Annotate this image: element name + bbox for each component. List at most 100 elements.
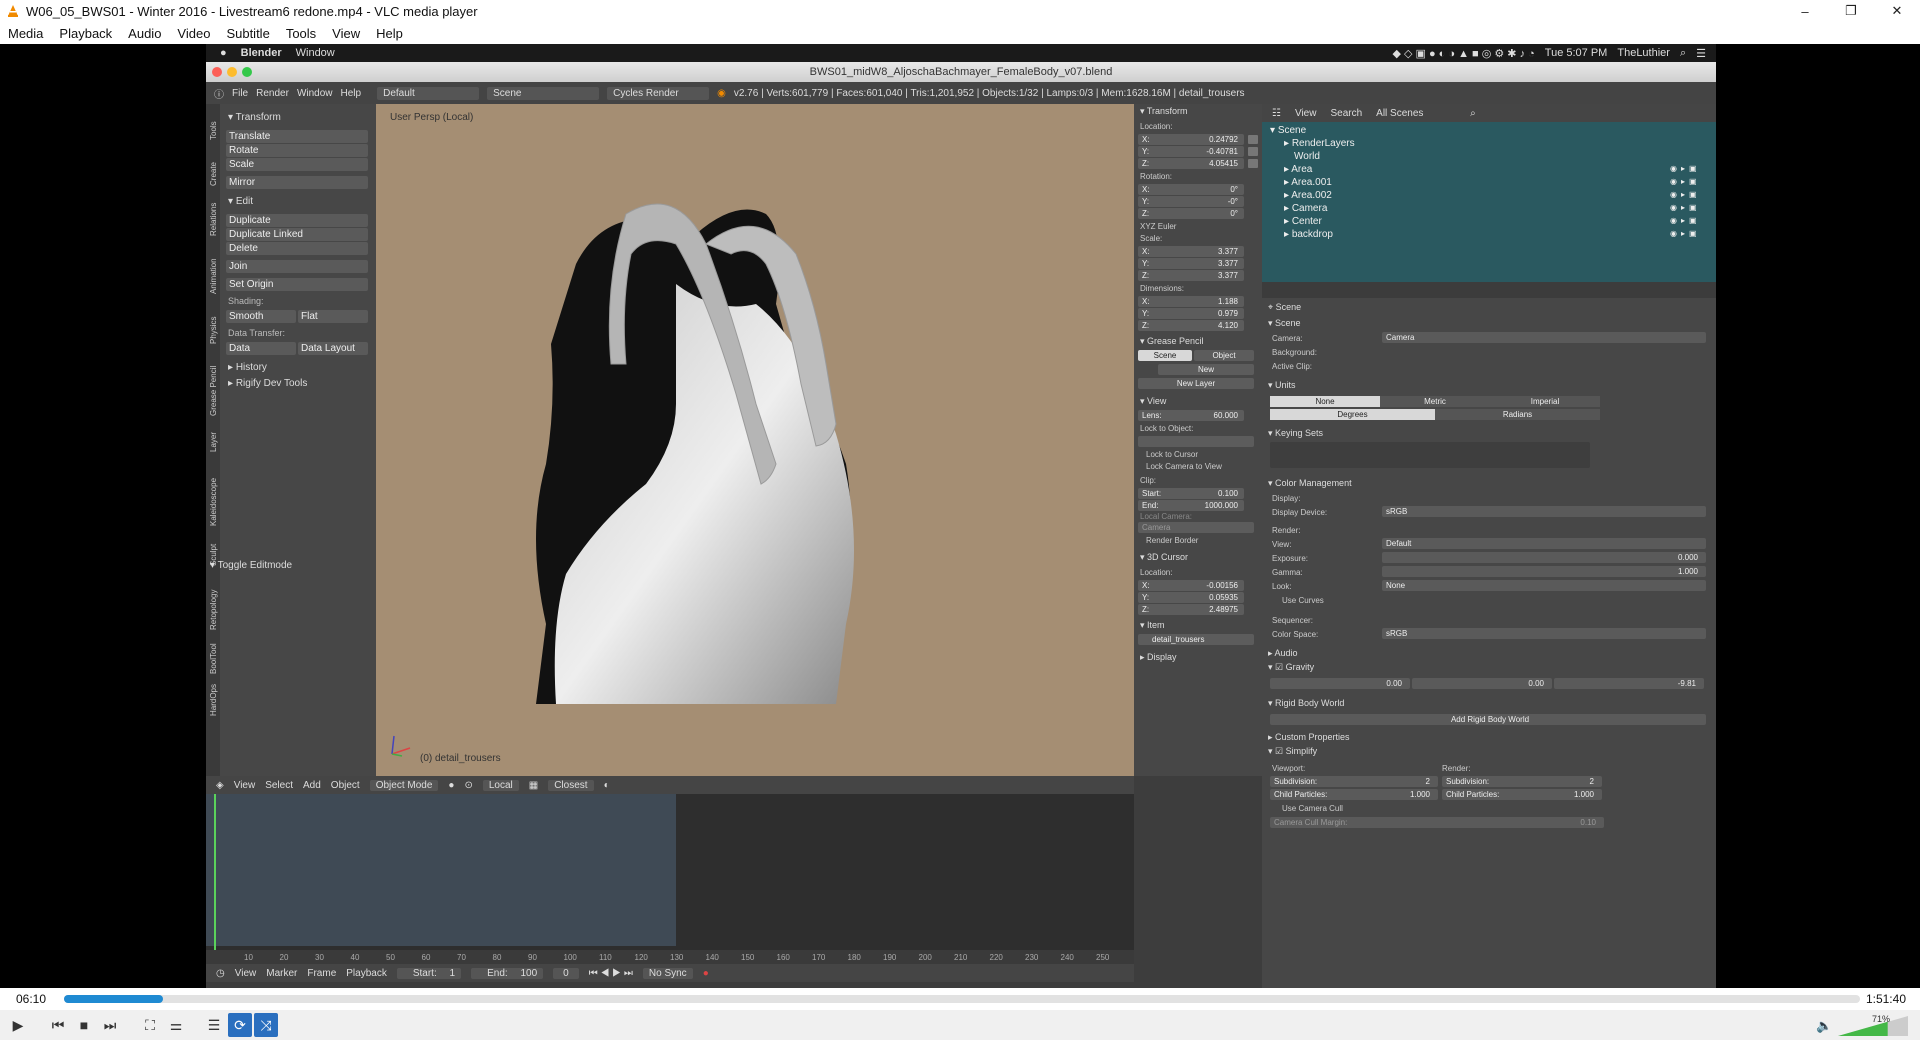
menu-help[interactable]: Help [368, 26, 411, 41]
gp-object-toggle: Object [1194, 350, 1254, 361]
outliner-item-area-002: ▸ Area.002 [1284, 190, 1332, 201]
np-location-label: Location: [1140, 122, 1173, 131]
outliner-item-area-001: ▸ Area.001 [1284, 177, 1332, 188]
item-name-field: detail_trousers [1138, 634, 1254, 645]
viewport-subdivision-field: Subdivision: 2 [1270, 776, 1438, 787]
menu-view[interactable]: View [324, 26, 368, 41]
look-label: Look: [1272, 582, 1292, 591]
data-transfer-label: Data Transfer: [228, 328, 286, 338]
tool-tab-labels: Tools Create Relations Animation Physics… [209, 121, 218, 716]
speaker-icon: 🔈 [1816, 1018, 1833, 1033]
stop-button[interactable]: ■ [72, 1013, 96, 1037]
blender-logo-icon: ◉ [717, 87, 726, 99]
status-icons: ◆ ◇ ▣ ● ◐ ◑ ▲ ■ ◎ ⚙ ✱ ♪ ◔ [1392, 47, 1535, 60]
fullscreen-button[interactable]: ⛶ [138, 1013, 162, 1037]
delete-button: Delete [226, 242, 368, 255]
timeline-tick-label: 140 [705, 953, 719, 962]
mirror-button: Mirror [226, 176, 368, 189]
timeline-tick-label: 40 [350, 953, 360, 962]
minimize-dot-icon [227, 67, 237, 77]
duplicate-linked-button: Duplicate Linked [226, 228, 368, 241]
menu-tools[interactable]: Tools [278, 26, 324, 41]
lock-icon [1248, 147, 1258, 156]
tab-grease-pencil: Grease Pencil [209, 366, 218, 416]
info-menu-help: Help [340, 87, 362, 99]
seek-row: 06:10 1:51:40 [0, 988, 1920, 1010]
visibility-toggles-icon: ◉▸▣ [1670, 164, 1701, 173]
menu-audio[interactable]: Audio [120, 26, 169, 41]
menu-subtitle[interactable]: Subtitle [218, 26, 277, 41]
next-button[interactable]: ⏭ [98, 1013, 122, 1037]
seek-bar[interactable] [64, 995, 1860, 1003]
tool-tabs: Tools Create Relations Animation Physics… [206, 104, 220, 776]
render-border-checkbox: Render Border [1146, 536, 1199, 545]
elapsed-time: 06:10 [16, 992, 47, 1006]
menu-bar: Media Playback Audio Video Subtitle Tool… [0, 22, 1920, 44]
np-display-header: ▸ Display [1140, 652, 1177, 662]
rotation-z-field: Z: 0° [1138, 208, 1244, 219]
lock-to-object-label: Lock to Object: [1140, 424, 1194, 433]
outliner-item-center: ▸ Center [1284, 216, 1322, 227]
scene-camera-field: Camera [1382, 332, 1706, 343]
mac-user: TheLuthier [1617, 47, 1670, 59]
degrees-toggle: Degrees [1270, 409, 1435, 420]
look-dropdown: None [1382, 580, 1706, 591]
timeline-tick-label: 90 [528, 953, 537, 962]
extended-settings-button[interactable]: ⚌ [164, 1013, 188, 1037]
tab-layer: Layer [209, 432, 218, 452]
display-label: Display: [1272, 494, 1301, 503]
data-button: Data [226, 342, 296, 355]
timeline-tick-label: 80 [492, 953, 502, 962]
timeline-menu-playback: Playback [346, 967, 387, 979]
timeline-editor-icon: ◷ [216, 967, 225, 979]
timeline: 10 20 30 40 50 60 70 80 90 100 110 120 130 140 150 160 1… [206, 794, 1134, 964]
previous-button[interactable]: ⏮ [46, 1013, 70, 1037]
lock-icon [1248, 159, 1258, 168]
volume-control[interactable]: 🔈 71% [1812, 1014, 1912, 1038]
view3d-menu-select: Select [265, 779, 293, 791]
minimize-button[interactable]: – [1782, 0, 1828, 22]
restore-button[interactable]: ❐ [1828, 0, 1874, 22]
visibility-toggles-icon: ◉▸▣ [1670, 203, 1701, 212]
tab-retopology: Retopology [209, 590, 218, 630]
properties-sidebar: ▾ Transform Location: X: 0.24792 Y: -0.407… [1134, 104, 1262, 776]
menu-playback[interactable]: Playback [51, 26, 120, 41]
custom-properties-header: ▸ Custom Properties [1268, 732, 1350, 742]
location-z-field: Z: 4.05415 [1138, 158, 1244, 169]
scale-z-field: Z: 3.377 [1138, 270, 1244, 281]
close-button[interactable]: ✕ [1874, 0, 1920, 22]
timeline-ruler: 10 20 30 40 50 60 70 80 90 100 110 120 130 140 150 160 1… [206, 950, 1134, 964]
loop-button[interactable]: ⟳ [228, 1013, 252, 1037]
timeline-tick-label: 240 [1060, 953, 1074, 962]
gamma-field: 1.000 [1382, 566, 1706, 577]
tab-animation: Animation [209, 258, 218, 294]
timeline-tick-label: 190 [883, 953, 897, 962]
list-icon: ☰ [1696, 47, 1706, 60]
render-preview-icon: ◐ [603, 779, 610, 791]
playlist-button[interactable]: ☰ [202, 1013, 226, 1037]
shuffle-button[interactable]: ⤨ [254, 1013, 278, 1037]
outliner: ☷ View Search All Scenes ⌕ ▾ Scene ▸ Ren… [1262, 104, 1716, 282]
simplify-header: ▾ ☑ Simplify [1268, 746, 1318, 756]
np-rotation-label: Rotation: [1140, 172, 1173, 181]
clip-start-field: Start: 0.100 [1138, 488, 1244, 499]
euler-mode-dropdown: XYZ Euler [1140, 222, 1177, 231]
clip-label: Clip: [1140, 476, 1157, 485]
np-view-header: ▾ View [1140, 396, 1167, 406]
visibility-toggles-icon: ◉▸▣ [1670, 216, 1701, 225]
properties-context-tabs [1262, 282, 1716, 298]
player-controls: ▶ ⏮ ■ ⏭ ⛶ ⚌ ☰ ⟳ ⤨ 🔈 71% [0, 1010, 1920, 1040]
menu-media[interactable]: Media [0, 26, 51, 41]
render-label: Render: [1272, 526, 1301, 535]
menu-video[interactable]: Video [169, 26, 218, 41]
transform-orientation-dropdown: Local [482, 779, 519, 791]
play-button[interactable]: ▶ [6, 1013, 30, 1037]
visibility-toggles-icon: ◉▸▣ [1670, 177, 1701, 186]
tab-relations: Relations [209, 203, 218, 236]
timeline-tick-label: 170 [812, 953, 826, 962]
video-area[interactable]: ● Blender Window ◆ ◇ ▣ ● ◐ ◑ ▲ ■ ◎ ⚙ ✱ ♪… [0, 44, 1920, 988]
timeline-tick-label: 50 [386, 953, 395, 962]
record-icon: ● [702, 967, 709, 979]
mac-menubar: ● Blender Window ◆ ◇ ▣ ● ◐ ◑ ▲ ■ ◎ ⚙ ✱ ♪… [206, 44, 1716, 62]
lock-icon [1248, 135, 1258, 144]
